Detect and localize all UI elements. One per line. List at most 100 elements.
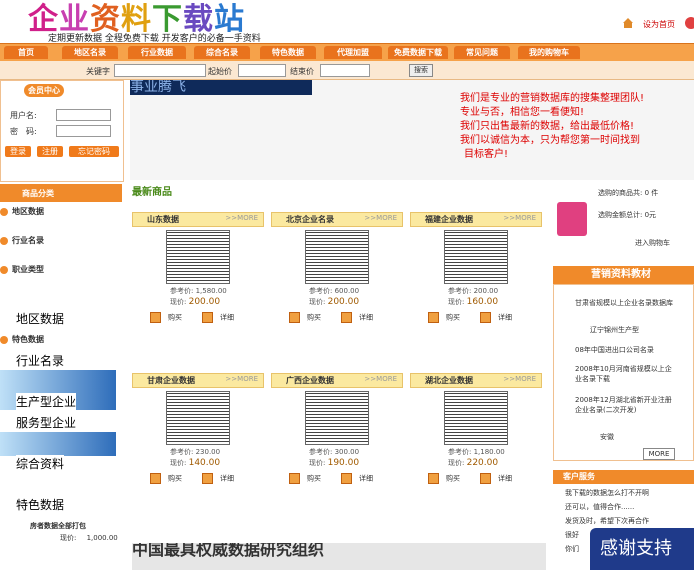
cart-icon [428,473,439,484]
client-service-header: 客户服务 [553,470,694,484]
detail-label: 详细 [498,474,512,483]
price-label: 现价: [60,534,77,542]
category-item[interactable]: 特色数据 [0,334,44,345]
client-message[interactable]: 还可以，值得合作...... [565,502,634,512]
set-homepage-link[interactable]: 设为首页 [643,19,675,30]
reference-price: 参考价: 300.00 [309,447,359,457]
overlay-menu-special[interactable]: 特色数据 [16,496,65,513]
cart-total: 选购金额总计: 0元 [598,211,657,219]
cart-icon [150,473,161,484]
detail-button[interactable]: 详细 [341,312,373,323]
detail-button[interactable]: 详细 [202,312,234,323]
overlay-menu-service[interactable]: 服务型企业 [16,414,77,431]
buy-label: 购买 [168,474,182,483]
buy-button[interactable]: 购买 [428,473,460,484]
ref-label: 参考价: [448,287,472,295]
detail-button[interactable]: 详细 [341,473,373,484]
banner-line: 我们以诚信为本，只为帮您第一时间找到 [460,135,640,146]
bottom-banner: 中国最具权威数据研究组织 [132,543,546,570]
more-link[interactable]: >>MORE [503,214,536,222]
category-item[interactable]: 职业类型 [0,264,44,275]
product-image[interactable] [305,391,369,445]
cart-icon [289,473,300,484]
ref-value: 300.00 [334,448,360,456]
overlay-menu-region[interactable]: 地区数据 [16,310,65,327]
client-message[interactable]: 发货及时，希望下次再合作 [565,516,649,526]
buy-button[interactable]: 购买 [289,312,321,323]
overlay-menu-general[interactable]: 综合资料 [16,455,65,472]
ref-label: 参考价: [309,448,333,456]
detail-button[interactable]: 详细 [480,473,512,484]
client-message[interactable]: 很好 [565,530,579,540]
sales-item[interactable]: 安徽 [565,432,694,442]
thanks-popup[interactable]: 感谢支持 [590,528,694,570]
more-link[interactable]: >>MORE [364,375,397,383]
detail-button[interactable]: 详细 [480,312,512,323]
nav-general[interactable]: 综合名录 [194,46,250,59]
sales-item[interactable]: 甘肃省规模以上企业名录数据库 [565,298,675,308]
nav-agent[interactable]: 代理加盟 [324,46,382,59]
ref-value: 1,180.00 [473,448,505,456]
home-icon[interactable] [622,17,634,29]
ref-label: 参考价: [170,287,194,295]
decorative-stripe [0,432,116,456]
detail-button[interactable]: 详细 [202,473,234,484]
go-to-cart-link[interactable]: 进入购物车 [635,238,670,248]
client-message[interactable]: 我下载的数据怎么打不开啊 [565,488,649,498]
current-price: 现价: 220.00 [448,458,498,468]
overlay-menu-production[interactable]: 生产型企业 [16,393,77,410]
nav-industry[interactable]: 行业数据 [128,46,186,59]
package-item[interactable]: 房者数据全部打包 [30,521,86,531]
nav-free-download[interactable]: 免费数据下载 [388,46,448,59]
nav-home[interactable]: 首页 [4,46,48,59]
favorite-icon[interactable] [685,17,694,29]
cart-icon [289,312,300,323]
more-link[interactable]: >>MORE [225,375,258,383]
buy-button[interactable]: 购买 [150,312,182,323]
sales-item[interactable]: 2008年12月湖北省新开业注册企业名录(二次开发) [565,395,675,415]
nav-special[interactable]: 特色数据 [260,46,316,59]
forgot-password-button[interactable]: 忘记密码 [69,146,119,157]
product-image[interactable] [305,230,369,284]
buy-button[interactable]: 购买 [428,312,460,323]
buy-button[interactable]: 购买 [150,473,182,484]
sales-item[interactable]: 08年中国进出口公司名录 [565,345,675,355]
sales-item[interactable]: 辽宁锦州生产型 [565,325,690,335]
login-button[interactable]: 登录 [5,146,31,157]
product-image[interactable] [444,391,508,445]
more-link[interactable]: >>MORE [225,214,258,222]
password-label: 密 码: [10,127,37,136]
now-label: 现价: [448,459,465,467]
search-button[interactable]: 搜索 [409,64,433,77]
product-image[interactable] [166,230,230,284]
ref-value: 600.00 [334,287,360,295]
sales-item[interactable]: 2008年10月河南省规模以上企业名录下载 [565,364,675,384]
current-price: 现价: 200.00 [170,297,220,307]
nav-region[interactable]: 地区名录 [62,46,118,59]
sales-more-button[interactable]: MORE [643,448,675,460]
start-price-input[interactable] [238,64,286,77]
keyword-input[interactable] [114,64,206,77]
product-title[interactable]: 湖北企业数据 [425,375,473,386]
product-title[interactable]: 广西企业数据 [286,375,334,386]
username-input[interactable] [56,109,111,121]
password-input[interactable] [56,125,111,137]
category-item[interactable]: 地区数据 [0,206,44,217]
nav-faq[interactable]: 常见问题 [454,46,510,59]
product-image[interactable] [444,230,508,284]
product-title[interactable]: 山东数据 [147,214,179,225]
buy-button[interactable]: 购买 [289,473,321,484]
product-title[interactable]: 北京企业名录 [286,214,334,225]
overlay-menu-industry[interactable]: 行业名录 [16,352,65,369]
client-message[interactable]: 你们 [565,544,579,554]
register-button[interactable]: 注册 [37,146,63,157]
nav-cart[interactable]: 我的购物车 [518,46,580,59]
product-title[interactable]: 福建企业数据 [425,214,473,225]
more-link[interactable]: >>MORE [364,214,397,222]
product-image[interactable] [166,391,230,445]
category-item[interactable]: 行业名录 [0,235,44,246]
current-price: 现价: 190.00 [309,458,359,468]
product-title[interactable]: 甘肃企业数据 [147,375,195,386]
more-link[interactable]: >>MORE [503,375,536,383]
end-price-input[interactable] [320,64,370,77]
